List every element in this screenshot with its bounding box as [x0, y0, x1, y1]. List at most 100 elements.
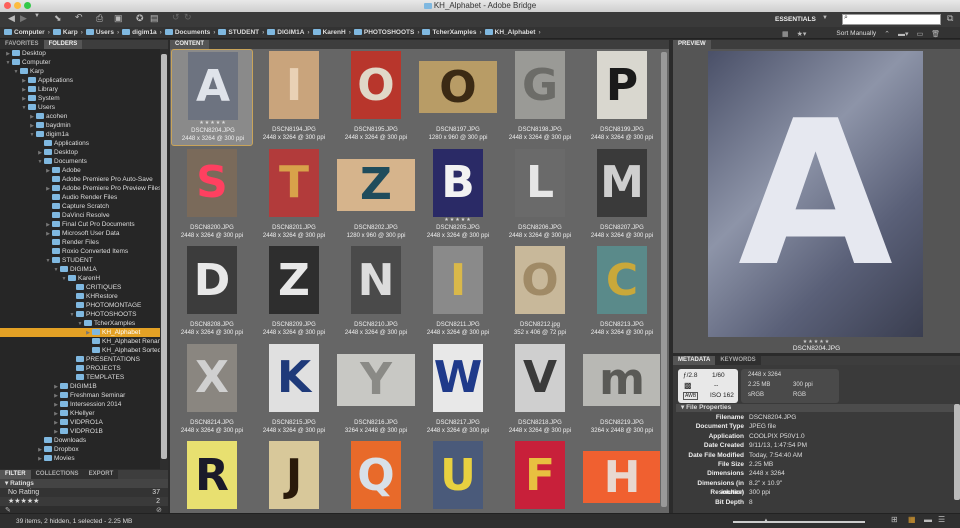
- folder-tree-item[interactable]: ▶ Microsoft User Data: [0, 229, 160, 238]
- folder-tree-item[interactable]: ▼ KarenH: [0, 274, 160, 283]
- thumbnail-tile[interactable]: F: [499, 439, 581, 512]
- thumbnail-tile[interactable]: A ★★★★★ DSCN8204.JPG 2448 x 3264 @ 300 ppi: [171, 49, 253, 146]
- new-folder-icon[interactable]: ▭: [917, 30, 924, 38]
- thumbnail-image[interactable]: O: [515, 246, 565, 314]
- thumbnail-image[interactable]: F: [515, 441, 565, 509]
- thumbnail-image[interactable]: B: [433, 148, 483, 217]
- thumbnail-tile[interactable]: Z DSCN8202.JPG 1280 x 960 @ 300 ppi: [335, 147, 417, 244]
- thumbnail-tile[interactable]: Q: [335, 439, 417, 512]
- folder-tree-item[interactable]: ▶ VIDPRO1B: [0, 427, 160, 436]
- folder-tree-item[interactable]: ▶ baydmin: [0, 121, 160, 130]
- folder-tree-item[interactable]: Roxio Converted Items: [0, 247, 160, 256]
- thumbnail-tile[interactable]: R: [171, 439, 253, 512]
- folder-tree-item[interactable]: ▶ Intersession 2014: [0, 400, 160, 409]
- breadcrumb-item[interactable]: PHOTOSHOOTS: [353, 29, 414, 36]
- folder-tree-item[interactable]: ▶ Applications: [0, 76, 160, 85]
- folder-tree-item[interactable]: KH_Alphabet Sorted: [0, 346, 160, 355]
- thumbnail-tile[interactable]: I DSCN8194.JPG 2448 x 3264 @ 300 ppi: [253, 49, 335, 146]
- breadcrumb-item[interactable]: Karp: [52, 29, 78, 36]
- thumbnail-image[interactable]: Q: [351, 441, 401, 509]
- content-scrollbar[interactable]: [661, 52, 667, 507]
- thumbnail-image[interactable]: L: [515, 148, 565, 217]
- thumbnail-image[interactable]: V: [515, 343, 565, 412]
- breadcrumb-item[interactable]: TcherXamples: [422, 29, 476, 36]
- view-thumbnails-icon[interactable]: ▦: [908, 515, 916, 524]
- thumbnail-image[interactable]: X: [187, 343, 237, 412]
- tab-folders[interactable]: FOLDERS: [43, 40, 83, 49]
- folder-tree-item[interactable]: ▼ digim1a: [0, 130, 160, 139]
- folder-tree-item[interactable]: KHRestore: [0, 292, 160, 301]
- thumbnail-image[interactable]: K: [269, 343, 319, 412]
- thumbnail-tile[interactable]: Z DSCN8209.JPG 2448 x 3264 @ 300 ppi: [253, 244, 335, 341]
- folder-tree-item[interactable]: PRESENTATIONS: [0, 355, 160, 364]
- tab-export[interactable]: EXPORT: [83, 470, 119, 479]
- folder-tree-item[interactable]: ▼ Documents: [0, 157, 160, 166]
- folder-tree-item[interactable]: Adobe Premiere Pro Auto-Save: [0, 175, 160, 184]
- thumbnail-image[interactable]: A: [188, 52, 238, 120]
- thumbnail-image[interactable]: Z: [337, 158, 415, 211]
- view-details-icon[interactable]: ▬: [924, 515, 932, 524]
- filter-section-ratings[interactable]: ▾ Ratings: [0, 479, 168, 488]
- folder-tree-item[interactable]: ▼ TcherXamples: [0, 319, 160, 328]
- folder-tree-item[interactable]: Applications: [0, 139, 160, 148]
- thumbnail-tile[interactable]: S DSCN8200.JPG 2448 x 3264 @ 300 ppi: [171, 147, 253, 244]
- minimize-window-button[interactable]: [14, 2, 21, 9]
- thumbnail-tile[interactable]: Y DSCN8216.JPG 3264 x 2448 @ 300 ppi: [335, 342, 417, 439]
- rotate-left-icon[interactable]: ↺: [172, 12, 180, 23]
- thumbnail-image[interactable]: I: [269, 51, 319, 119]
- folder-tree-item[interactable]: ▶ Freshman Seminar: [0, 391, 160, 400]
- breadcrumb-item[interactable]: Users: [85, 29, 114, 36]
- tab-collections[interactable]: COLLECTIONS: [30, 470, 84, 479]
- thumbnail-tile[interactable]: O DSCN8212.jpg 352 x 406 @ 72 ppi: [499, 244, 581, 341]
- folder-tree-item[interactable]: ▼ Karp: [0, 67, 160, 76]
- search-input[interactable]: [842, 14, 941, 25]
- folder-tree-item[interactable]: ▶ Dropbox: [0, 445, 160, 454]
- camera-import-icon[interactable]: ⎙: [96, 13, 103, 24]
- breadcrumb-item[interactable]: digim1a: [122, 29, 157, 36]
- folder-tree-item[interactable]: ▶ VIDPRO1A: [0, 418, 160, 427]
- folder-tree-item[interactable]: ▶ acohen: [0, 112, 160, 121]
- lock-thumbnail-grid-icon[interactable]: ⊞: [891, 515, 898, 524]
- folder-tree-item[interactable]: KH_Alphabet Renamed: [0, 337, 160, 346]
- reveal-icon[interactable]: ⬊: [54, 13, 62, 24]
- thumbnail-image[interactable]: S: [187, 148, 237, 217]
- folder-tree-item[interactable]: DaVinci Resolve: [0, 211, 160, 220]
- thumbnail-image[interactable]: G: [515, 51, 565, 119]
- folder-tree-item[interactable]: Capture Scratch: [0, 202, 160, 211]
- thumbnail-image[interactable]: O: [419, 61, 497, 113]
- output-icon[interactable]: ▤: [150, 13, 159, 24]
- workspace-dropdown-icon[interactable]: ▼: [822, 15, 828, 21]
- folder-tree-item[interactable]: ▶ Final Cut Pro Documents: [0, 220, 160, 229]
- thumbnail-image[interactable]: J: [269, 441, 319, 509]
- thumbnail-image[interactable]: Z: [269, 246, 319, 314]
- thumbnail-image[interactable]: M: [597, 148, 647, 217]
- folder-tree-item[interactable]: ▼ STUDENT: [0, 256, 160, 265]
- sort-dropdown[interactable]: Sort Manually: [836, 30, 876, 37]
- slider-handle[interactable]: ▲: [763, 518, 769, 524]
- thumbnail-tile[interactable]: I DSCN8211.JPG 2448 x 3264 @ 300 ppi: [417, 244, 499, 341]
- thumbnail-image[interactable]: N: [351, 246, 401, 314]
- thumbnail-tile[interactable]: T DSCN8201.JPG 2448 x 3264 @ 300 ppi: [253, 147, 335, 244]
- folder-tree-item[interactable]: Downloads: [0, 436, 160, 445]
- folder-tree-item[interactable]: ▼ Users: [0, 103, 160, 112]
- folder-tree-item[interactable]: ▶ KHellyer: [0, 409, 160, 418]
- breadcrumb-item[interactable]: STUDENT: [218, 29, 259, 36]
- folder-tree-item[interactable]: ▶ Adobe Premiere Pro Preview Files: [0, 184, 160, 193]
- thumbnail-tile[interactable]: X DSCN8214.JPG 2448 x 3264 @ 300 ppi: [171, 342, 253, 439]
- collapsed-arrow-icon[interactable]: ▶: [36, 455, 44, 464]
- folder-tree-item[interactable]: Render Files: [0, 238, 160, 247]
- view-quality-icon[interactable]: ▦: [782, 30, 789, 38]
- thumbnail-tile[interactable]: C DSCN8213.JPG 2448 x 3264 @ 300 ppi: [581, 244, 660, 341]
- thumbnail-tile[interactable]: m DSCN8219.JPG 3264 x 2448 @ 300 ppi: [581, 342, 660, 439]
- tab-filter[interactable]: FILTER: [0, 470, 31, 479]
- rotate-right-icon[interactable]: ↻: [184, 12, 192, 23]
- folder-tree-item[interactable]: ▶ System: [0, 94, 160, 103]
- tab-favorites[interactable]: FAVORITES: [0, 40, 44, 49]
- breadcrumb-item[interactable]: DIGIM1A: [267, 29, 304, 36]
- folder-tree-item[interactable]: PHOTOMONTAGE: [0, 301, 160, 310]
- thumbnail-tile[interactable]: K DSCN8215.JPG 2448 x 3264 @ 300 ppi: [253, 342, 335, 439]
- tab-preview[interactable]: PREVIEW: [673, 40, 711, 49]
- thumbnail-image[interactable]: T: [269, 148, 319, 217]
- sort-direction-icon[interactable]: ⌃: [884, 30, 890, 38]
- folder-tree-item[interactable]: ▼ Computer: [0, 58, 160, 67]
